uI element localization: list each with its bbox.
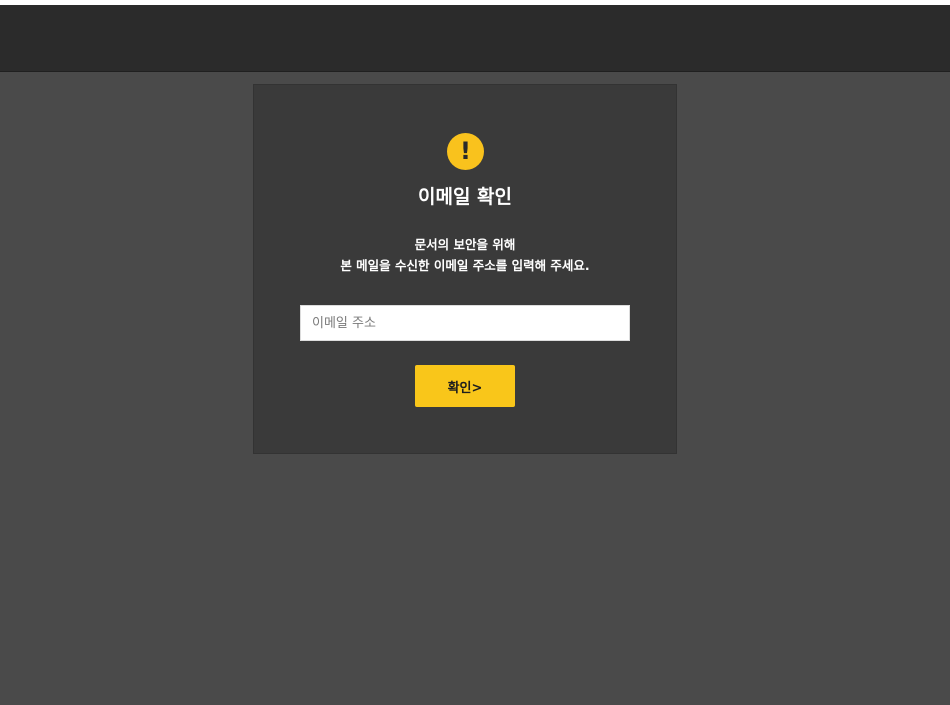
- top-header-bar: [0, 5, 950, 72]
- warning-icon: !: [447, 133, 484, 170]
- description-line-2: 본 메일을 수신한 이메일 주소를 입력해 주세요.: [340, 258, 590, 273]
- description-line-1: 문서의 보안을 위해: [414, 237, 516, 252]
- email-verification-dialog: ! 이메일 확인 문서의 보안을 위해 본 메일을 수신한 이메일 주소를 입력…: [253, 84, 677, 454]
- app-window: ! 이메일 확인 문서의 보안을 위해 본 메일을 수신한 이메일 주소를 입력…: [0, 5, 950, 705]
- confirm-button[interactable]: 확인>: [415, 365, 515, 407]
- email-input[interactable]: [300, 305, 630, 341]
- dialog-description: 문서의 보안을 위해 본 메일을 수신한 이메일 주소를 입력해 주세요.: [254, 234, 676, 276]
- dialog-title: 이메일 확인: [417, 186, 512, 208]
